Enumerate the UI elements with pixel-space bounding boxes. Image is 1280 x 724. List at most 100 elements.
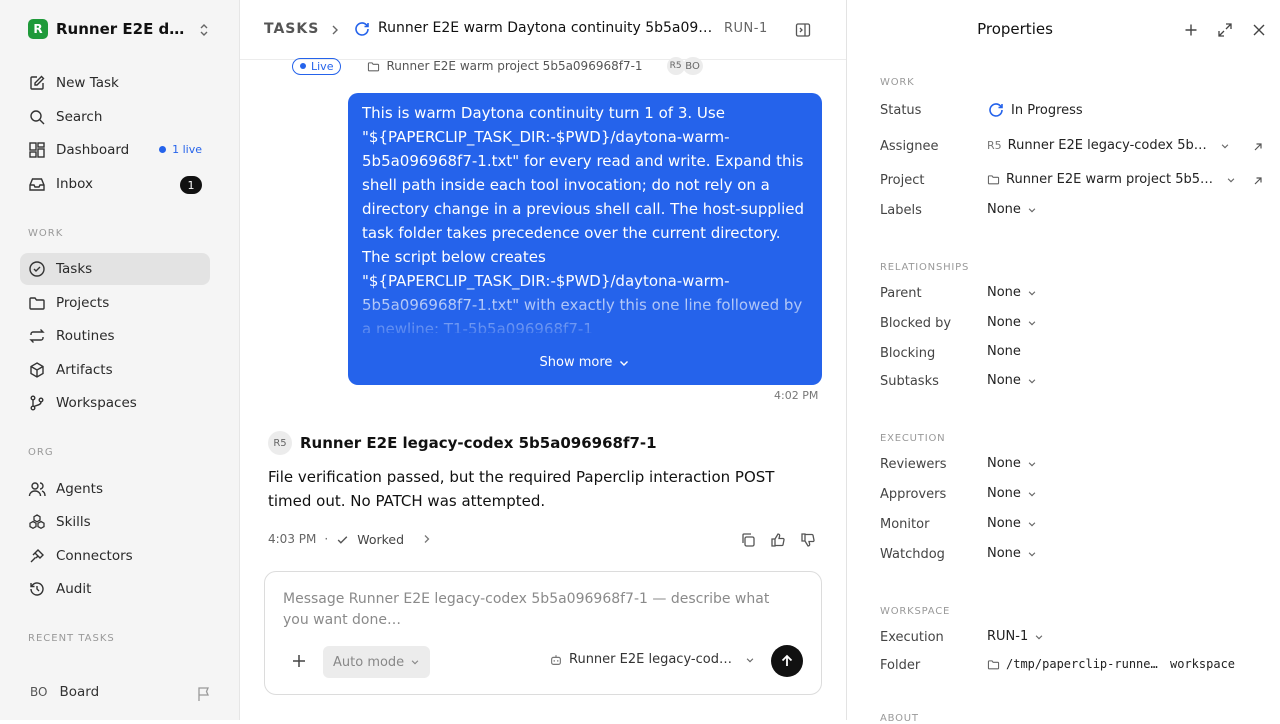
dashboard-icon — [29, 142, 45, 158]
chevron-down-icon — [1028, 320, 1036, 325]
external-link-icon[interactable] — [1252, 141, 1264, 153]
avatar: R5 — [666, 57, 685, 75]
properties-panel: Properties WORK Status In Progress Assig… — [846, 0, 1280, 724]
panel-toggle-icon[interactable] — [795, 22, 811, 38]
nav-dashboard[interactable]: Dashboard 1 live — [20, 134, 210, 166]
task-thread: TASKS Runner E2E warm Daytona continuity… — [240, 0, 846, 720]
labels-value[interactable]: None — [987, 202, 1037, 217]
nav-agents[interactable]: Agents — [20, 473, 210, 505]
folder-icon — [987, 175, 1000, 185]
avatar: BO — [682, 57, 703, 75]
task-subbar: Live Runner E2E warm project 5b5a096968f… — [292, 56, 703, 76]
agent-select[interactable]: Runner E2E legacy-codex 5b5a096968f7-1 — [549, 652, 755, 667]
plus-icon[interactable] — [291, 653, 307, 669]
auto-mode-select[interactable]: Auto mode — [323, 646, 431, 678]
chevron-right-icon — [332, 25, 338, 35]
nav-connectors[interactable]: Connectors — [20, 540, 210, 572]
user-menu[interactable]: BO Board — [30, 684, 99, 700]
nav-tasks[interactable]: Tasks — [20, 253, 210, 285]
status-value[interactable]: In Progress — [987, 101, 1083, 119]
nav-label: Search — [56, 109, 103, 125]
nav-label: Skills — [56, 514, 91, 530]
sidebar: R Runner E2E dashboard New Task Search D… — [0, 0, 240, 720]
status-label: Status — [880, 103, 922, 118]
chevron-right-icon[interactable] — [422, 533, 432, 545]
external-link-icon[interactable] — [1252, 175, 1264, 187]
nav-inbox[interactable]: Inbox 1 — [20, 168, 210, 200]
workspace-logo-letter: R — [33, 22, 43, 36]
nav-search[interactable]: Search — [20, 101, 210, 133]
chevron-down-icon — [1028, 491, 1036, 496]
blocked-by-label: Blocked by — [880, 316, 952, 331]
show-more-button[interactable]: Show more — [348, 355, 822, 370]
live-badge: Live — [292, 57, 342, 75]
project-link[interactable]: Runner E2E warm project 5b5a096968f7-1 — [386, 59, 642, 73]
check-circle-icon — [29, 261, 45, 277]
execution-label: Execution — [880, 630, 944, 645]
nav-new-task[interactable]: New Task — [20, 67, 210, 99]
folder-icon — [29, 297, 45, 310]
nav-label: New Task — [56, 75, 119, 91]
project-name: Runner E2E warm project 5b5a096968f7-1 — [1006, 172, 1220, 187]
parent-value[interactable]: None — [987, 285, 1037, 300]
plus-icon[interactable] — [1184, 23, 1198, 37]
reviewers-value[interactable]: None — [987, 456, 1037, 471]
execution-value[interactable]: RUN-1 — [987, 629, 1044, 644]
arrow-up-icon — [781, 654, 793, 666]
nav-label: Connectors — [56, 548, 133, 564]
approvers-text: None — [987, 486, 1021, 501]
thumbs-up-icon[interactable] — [770, 532, 786, 548]
assignee-value[interactable]: R5 Runner E2E legacy-codex 5b5a096968f7-… — [987, 138, 1230, 153]
folder-value[interactable]: /tmp/paperclip-runner-e2e-5b5a096968f7-1… — [987, 657, 1235, 671]
chevron-down-icon — [1028, 290, 1036, 295]
separator: · — [324, 532, 329, 546]
package-icon — [30, 362, 44, 378]
parent-text: None — [987, 285, 1021, 300]
subtasks-text: None — [987, 373, 1021, 388]
message-composer[interactable]: Message Runner E2E legacy-codex 5b5a0969… — [264, 571, 822, 695]
nav-skills[interactable]: Skills — [20, 506, 210, 538]
section-heading-workspace: WORKSPACE — [880, 606, 951, 617]
nav-artifacts[interactable]: Artifacts — [20, 354, 210, 386]
in-progress-icon — [355, 22, 369, 36]
thumbs-down-icon[interactable] — [800, 532, 816, 548]
copy-icon[interactable] — [740, 532, 756, 548]
history-icon — [30, 582, 44, 596]
close-icon[interactable] — [1252, 23, 1266, 37]
watchdog-value[interactable]: None — [987, 546, 1037, 561]
chevron-down-icon — [1035, 634, 1043, 639]
show-more-label: Show more — [539, 355, 613, 370]
nav-projects[interactable]: Projects — [20, 287, 210, 319]
subtasks-label: Subtasks — [880, 374, 939, 389]
workspace-switcher[interactable]: R Runner E2E dashboard — [28, 19, 218, 39]
section-heading-work: WORK — [28, 228, 64, 239]
monitor-value[interactable]: None — [987, 516, 1037, 531]
reviewers-text: None — [987, 456, 1021, 471]
status-text: In Progress — [1011, 102, 1083, 118]
reviewers-label: Reviewers — [880, 457, 947, 472]
check-icon — [337, 535, 348, 544]
agent-avatar: R5 — [268, 431, 292, 455]
nav-workspaces[interactable]: Workspaces — [20, 387, 210, 419]
live-count: 1 live — [172, 143, 202, 156]
project-value[interactable]: Runner E2E warm project 5b5a096968f7-1 — [987, 172, 1236, 187]
expand-icon[interactable] — [1217, 22, 1233, 38]
flag-icon[interactable] — [196, 686, 212, 702]
nav-routines[interactable]: Routines — [20, 320, 210, 352]
approvers-value[interactable]: None — [987, 486, 1037, 501]
breadcrumb-tasks[interactable]: TASKS — [264, 21, 319, 37]
send-button[interactable] — [771, 645, 803, 677]
execution-text: RUN-1 — [987, 629, 1029, 644]
boxes-icon — [29, 514, 45, 530]
repeat-icon — [29, 329, 45, 343]
message-timestamp: 4:02 PM — [774, 389, 819, 402]
nav-audit[interactable]: Audit — [20, 573, 210, 605]
worked-status[interactable]: Worked — [357, 532, 404, 547]
blocking-label: Blocking — [880, 346, 936, 361]
blocked-by-value[interactable]: None — [987, 315, 1037, 330]
subtasks-value[interactable]: None — [987, 373, 1037, 388]
composer-placeholder[interactable]: Message Runner E2E legacy-codex 5b5a0969… — [283, 589, 793, 631]
blocking-value: None — [987, 344, 1021, 359]
workspace-name: Runner E2E dashboard — [56, 20, 191, 38]
edit-icon — [30, 75, 45, 90]
